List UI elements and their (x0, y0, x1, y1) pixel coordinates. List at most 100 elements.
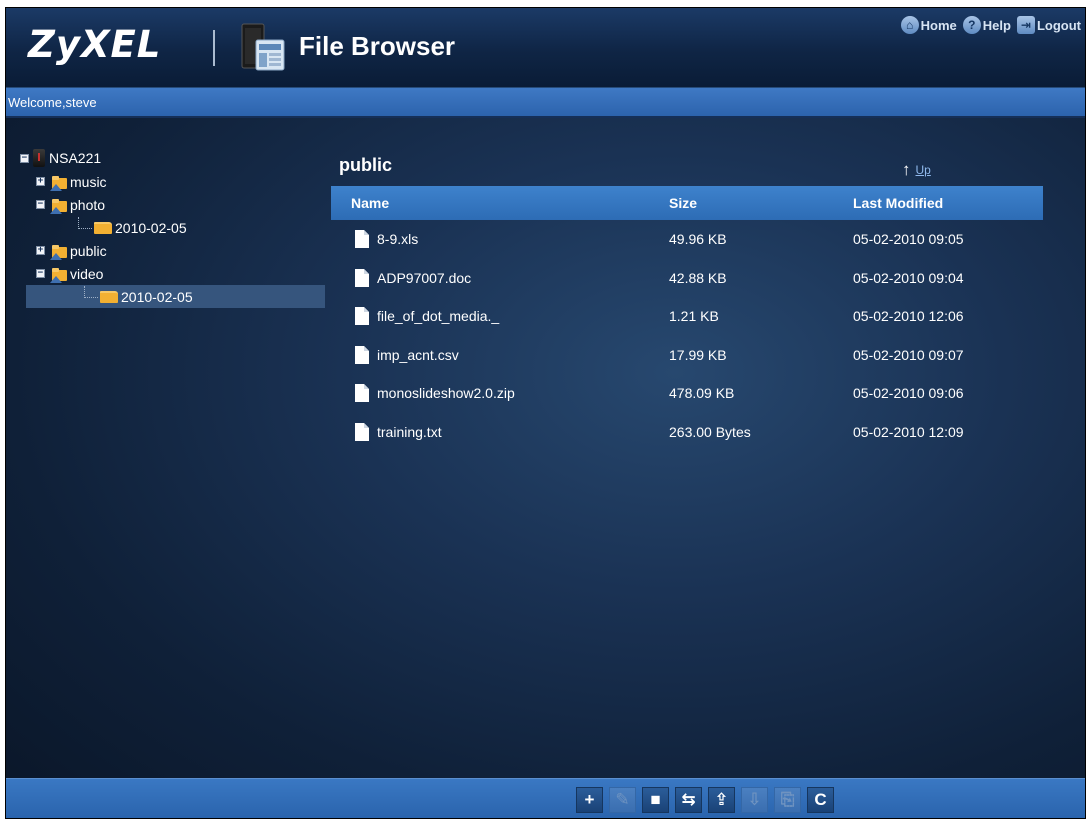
rename-icon: ✎ (615, 790, 630, 809)
file-rows: 8-9.xls 49.96 KB 05-02-2010 09:05 ADP97007.… (331, 220, 1043, 451)
file-size: 1.21 KB (669, 308, 719, 325)
file-modified: 05-02-2010 09:04 (853, 269, 964, 286)
zyxel-logo: ZyXEL (28, 23, 162, 66)
file-row[interactable]: file_of_dot_media._ 1.21 KB 05-02-2010 12:… (331, 297, 1043, 336)
file-name: training.txt (377, 423, 442, 440)
tree-label: music (70, 173, 107, 190)
tree-node-video[interactable]: − video (20, 262, 325, 285)
tree-node-video-2010-02-05[interactable]: 2010-02-05 (26, 285, 325, 308)
folder-icon (94, 221, 112, 234)
delete-button[interactable]: ■ (642, 787, 669, 813)
file-size: 42.88 KB (669, 269, 727, 286)
column-header-name[interactable]: Name (331, 195, 669, 211)
file-name-cell: imp_acnt.csv (331, 345, 669, 364)
up-label: Up (915, 163, 931, 177)
file-row[interactable]: ADP97007.doc 42.88 KB 05-02-2010 09:04 (331, 259, 1043, 298)
folder-tree: − NSA221 + music − photo 2010-02-05 + pu… (20, 146, 325, 308)
column-header-last-modified[interactable]: Last Modified (853, 195, 1043, 211)
tree-connector (84, 285, 98, 298)
download-button[interactable]: ⇩ (741, 787, 768, 813)
current-folder-title: public (339, 155, 392, 175)
bottom-toolbar-bar: + ✎ ■ ⇆ ⇪ ⇩ ⎘ C (6, 778, 1085, 818)
file-table-header: Name Size Last Modified (331, 186, 1043, 220)
rename-button[interactable]: ✎ (609, 787, 636, 813)
welcome-bar: Welcome,steve (6, 88, 1085, 118)
file-icon (355, 345, 369, 364)
help-link[interactable]: ? Help (962, 16, 1011, 34)
home-icon: ⌂ (900, 16, 919, 34)
home-label: Home (920, 17, 957, 33)
app-title: File Browser (299, 31, 456, 61)
file-name: 8-9.xls (377, 231, 419, 248)
file-row[interactable]: imp_acnt.csv 17.99 KB 05-02-2010 09:07 (331, 336, 1043, 375)
copy-icon: ⎘ (780, 790, 795, 809)
file-icon (355, 307, 369, 326)
help-label: Help (982, 17, 1011, 33)
file-name-cell: ADP97007.doc (331, 268, 669, 287)
file-browser-app-icon (241, 23, 285, 71)
tree-node-photo-2010-02-05[interactable]: 2010-02-05 (20, 216, 325, 239)
tree-node-photo[interactable]: − photo (20, 193, 325, 216)
file-row[interactable]: monoslideshow2.0.zip 478.09 KB 05-02-2010 … (331, 374, 1043, 413)
tree-label: 2010-02-05 (121, 288, 193, 305)
tree-node-nsa221[interactable]: − NSA221 (20, 146, 325, 170)
move-icon: ⇆ (681, 790, 696, 809)
tree-label: video (70, 265, 104, 282)
file-name: file_of_dot_media._ (377, 308, 500, 325)
file-name: imp_acnt.csv (377, 346, 459, 363)
tree-label: public (70, 242, 107, 259)
top-nav: ⌂ Home ? Help ⇥ Logout (900, 16, 1081, 34)
expand-icon[interactable]: + (36, 177, 45, 186)
file-name: ADP97007.doc (377, 269, 472, 286)
file-icon (355, 384, 369, 403)
home-link[interactable]: ⌂ Home (900, 16, 957, 34)
collapse-icon[interactable]: − (20, 153, 29, 163)
tree-label: photo (70, 196, 106, 213)
file-modified: 05-02-2010 12:09 (853, 423, 964, 440)
share-folder-icon (50, 244, 67, 260)
file-modified: 05-02-2010 12:06 (853, 308, 964, 325)
upload-button[interactable]: ⇪ (708, 787, 735, 813)
move-button[interactable]: ⇆ (675, 787, 702, 813)
file-icon (355, 422, 369, 441)
logout-icon: ⇥ (1016, 16, 1035, 34)
file-size: 17.99 KB (669, 346, 727, 363)
welcome-text: Welcome,steve (8, 95, 97, 110)
file-name-cell: monoslideshow2.0.zip (331, 384, 669, 403)
logo-divider (213, 30, 215, 66)
folder-icon (100, 290, 118, 303)
file-name-cell: 8-9.xls (331, 230, 669, 249)
file-toolbar: + ✎ ■ ⇆ ⇪ ⇩ ⎘ C (576, 787, 834, 813)
file-row[interactable]: training.txt 263.00 Bytes 05-02-2010 12:09 (331, 413, 1043, 452)
up-arrow-icon: ↑ (902, 160, 911, 179)
share-folder-icon (50, 267, 67, 283)
up-link[interactable]: ↑ Up (902, 160, 931, 180)
share-folder-icon (50, 175, 67, 191)
column-header-size[interactable]: Size (669, 195, 853, 211)
tree-node-public[interactable]: + public (20, 239, 325, 262)
add-folder-button[interactable]: + (576, 787, 603, 813)
file-row[interactable]: 8-9.xls 49.96 KB 05-02-2010 09:05 (331, 220, 1043, 259)
file-icon (355, 230, 369, 249)
file-size: 478.09 KB (669, 385, 735, 402)
expand-icon[interactable]: + (36, 246, 45, 255)
help-icon: ? (962, 16, 981, 34)
refresh-button[interactable]: C (807, 787, 834, 813)
collapse-icon[interactable]: − (36, 200, 45, 209)
file-name: monoslideshow2.0.zip (377, 385, 515, 402)
file-icon (355, 268, 369, 287)
file-size: 49.96 KB (669, 231, 727, 248)
tree-label: NSA221 (49, 150, 102, 166)
copy-button[interactable]: ⎘ (774, 787, 801, 813)
nas-device-icon (33, 149, 45, 167)
file-table: Name Size Last Modified 8-9.xls 49.96 KB 0… (331, 186, 1043, 451)
file-name-cell: file_of_dot_media._ (331, 307, 669, 326)
file-name-cell: training.txt (331, 422, 669, 441)
tree-label: 2010-02-05 (115, 219, 187, 236)
file-size: 263.00 Bytes (669, 423, 751, 440)
logout-link[interactable]: ⇥ Logout (1016, 16, 1081, 34)
collapse-icon[interactable]: − (36, 269, 45, 278)
file-modified: 05-02-2010 09:07 (853, 346, 964, 363)
tree-node-music[interactable]: + music (20, 170, 325, 193)
file-modified: 05-02-2010 09:06 (853, 385, 964, 402)
